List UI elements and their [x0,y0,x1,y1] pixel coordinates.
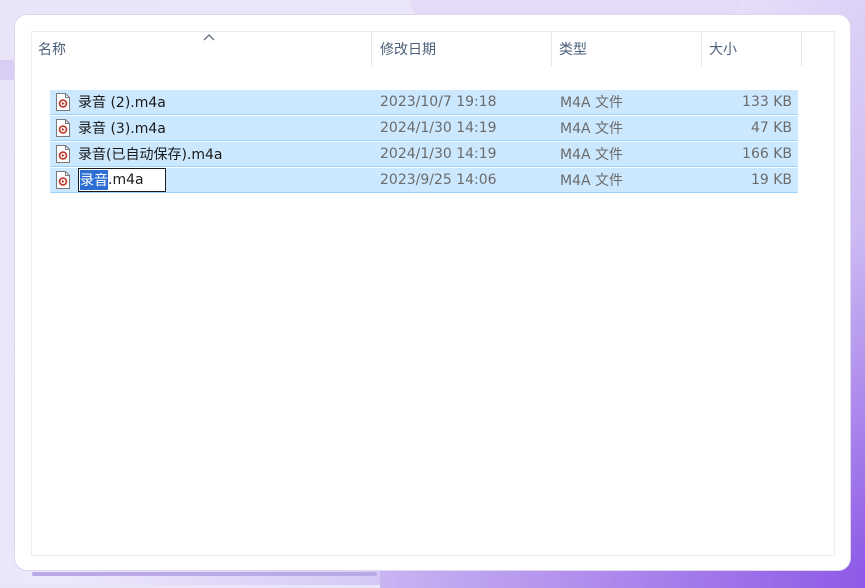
column-header-bar: 名称 修改日期 类型 大小 [32,32,832,66]
file-type: M4A 文件 [560,121,624,137]
taskbar-edge [380,568,865,588]
column-header-type[interactable]: 类型 [559,32,699,66]
column-header-name[interactable]: 名称 [38,32,353,66]
file-row[interactable]: 录音(已自动保存).m4a 2024/1/30 14:19 M4A 文件 166… [50,142,798,167]
file-date: 2023/9/25 14:06 [380,172,497,188]
file-date: 2024/1/30 14:19 [380,120,497,136]
column-separator[interactable] [701,32,702,66]
file-date: 2023/10/7 19:18 [380,94,497,110]
file-size: 166 KB [742,146,792,162]
audio-file-icon [56,119,70,137]
file-date: 2024/1/30 14:19 [380,146,497,162]
file-name: 录音 (2).m4a [78,95,166,111]
file-explorer-window: 名称 修改日期 类型 大小 录音 (2).m4a 2023/10/7 19:18… [15,15,850,576]
column-header-size-label: 大小 [709,42,737,58]
column-header-name-label: 名称 [38,42,66,58]
audio-file-icon [56,93,70,111]
file-row[interactable]: 录音 (3).m4a 2024/1/30 14:19 M4A 文件 47 KB [50,116,798,141]
column-header-size[interactable]: 大小 [709,32,799,66]
file-type: M4A 文件 [560,147,624,163]
column-header-date[interactable]: 修改日期 [380,32,550,66]
column-header-date-label: 修改日期 [380,42,436,58]
column-separator[interactable] [801,32,802,66]
file-type: M4A 文件 [560,95,624,111]
file-size: 133 KB [742,94,792,110]
file-size: 19 KB [750,172,792,188]
file-name: 录音(已自动保存).m4a [78,147,223,163]
rename-selected-text: 录音 [80,170,108,190]
file-row[interactable]: 录音 .m4a 2023/9/25 14:06 M4A 文件 19 KB [50,168,798,193]
rename-extension-text: .m4a [108,172,144,188]
horizontal-scrollbar[interactable] [32,572,377,576]
column-separator[interactable] [371,32,372,66]
file-type: M4A 文件 [560,173,624,189]
audio-file-icon [56,145,70,163]
rename-input[interactable]: 录音 .m4a [78,168,166,192]
file-row[interactable]: 录音 (2).m4a 2023/10/7 19:18 M4A 文件 133 KB [50,90,798,115]
file-name: 录音 (3).m4a [78,121,166,137]
file-list-view: 名称 修改日期 类型 大小 录音 (2).m4a 2023/10/7 19:18… [31,31,835,556]
column-header-type-label: 类型 [559,42,587,58]
audio-file-icon [56,171,70,189]
file-size: 47 KB [750,120,792,136]
column-separator[interactable] [551,32,552,66]
